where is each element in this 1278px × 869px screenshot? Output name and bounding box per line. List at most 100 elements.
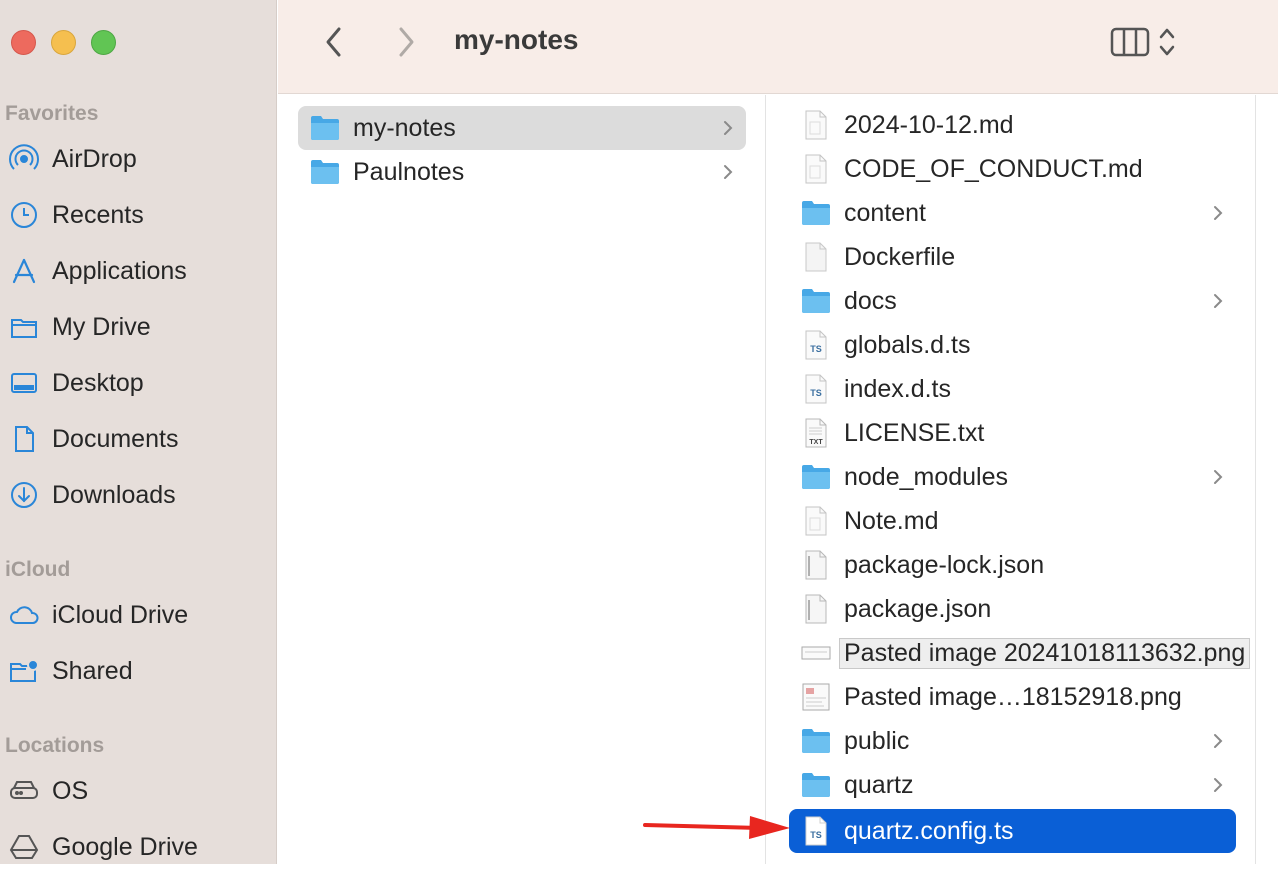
list-item[interactable]: package.json xyxy=(789,587,1236,631)
markdown-file-icon xyxy=(801,506,831,536)
close-window-button[interactable] xyxy=(11,30,36,55)
markdown-file-icon xyxy=(801,154,831,184)
json-file-icon xyxy=(801,550,831,580)
applications-icon xyxy=(6,253,42,289)
zoom-window-button[interactable] xyxy=(91,30,116,55)
sidebar-item-shared[interactable]: Shared xyxy=(0,649,276,693)
column-1: my-notes Paulnotes xyxy=(278,95,766,864)
sidebar-item-label: OS xyxy=(52,776,89,805)
list-item[interactable]: TXT LICENSE.txt xyxy=(789,411,1236,455)
item-name: Paulnotes xyxy=(353,157,465,186)
airdrop-icon xyxy=(6,141,42,177)
sidebar-item-os[interactable]: OS xyxy=(0,769,276,813)
sidebar-item-label: Recents xyxy=(52,200,144,229)
list-item[interactable]: TS index.d.ts xyxy=(789,367,1236,411)
sidebar-item-applications[interactable]: Applications xyxy=(0,249,276,293)
svg-text:TS: TS xyxy=(810,830,822,840)
image-file-icon xyxy=(801,682,831,712)
list-item[interactable]: Pasted image…18152918.png xyxy=(789,675,1236,719)
svg-text:TS: TS xyxy=(810,388,822,398)
toolbar: my-notes xyxy=(278,0,1278,94)
folder-icon xyxy=(801,462,831,492)
typescript-file-icon: TS xyxy=(801,816,831,846)
column-view-icon xyxy=(1110,27,1150,57)
sidebar-item-google-drive[interactable]: Google Drive xyxy=(0,825,276,869)
chevron-right-icon xyxy=(1214,734,1223,748)
item-name: quartz.config.ts xyxy=(844,816,1014,845)
json-file-icon xyxy=(801,594,831,624)
list-item[interactable]: Pasted image 20241018113632.png xyxy=(789,631,1259,675)
sidebar-item-label: My Drive xyxy=(52,312,151,341)
sidebar-item-documents[interactable]: Documents xyxy=(0,417,276,461)
list-item[interactable]: docs xyxy=(789,279,1236,323)
item-name: public xyxy=(844,726,910,755)
shared-folder-icon xyxy=(6,653,42,689)
chevron-right-icon xyxy=(1214,470,1223,484)
list-item-selected[interactable]: TS quartz.config.ts xyxy=(789,809,1236,853)
chevron-right-icon xyxy=(724,121,733,135)
sidebar-item-my-drive[interactable]: My Drive xyxy=(0,305,276,349)
sidebar-item-recents[interactable]: Recents xyxy=(0,193,276,237)
item-name-tooltip: Pasted image 20241018113632.png xyxy=(839,637,1251,669)
sidebar-item-label: Desktop xyxy=(52,368,144,397)
chevron-up-down-icon xyxy=(1159,28,1175,56)
sidebar-heading-icloud: iCloud xyxy=(5,558,71,581)
google-drive-icon xyxy=(6,829,42,865)
disk-icon xyxy=(6,773,42,809)
image-file-icon xyxy=(801,638,831,668)
folder-icon xyxy=(801,770,831,800)
sidebar-item-label: Applications xyxy=(52,256,187,285)
list-item[interactable]: my-notes xyxy=(298,106,746,150)
sidebar-item-label: Documents xyxy=(52,424,179,453)
view-columns-button[interactable] xyxy=(1108,22,1152,62)
folder-icon xyxy=(310,157,340,187)
sidebar-item-label: Shared xyxy=(52,656,133,685)
typescript-file-icon: TS xyxy=(801,374,831,404)
view-options-button[interactable] xyxy=(1154,22,1180,62)
item-name: docs xyxy=(844,286,897,315)
sidebar-item-label: iCloud Drive xyxy=(52,600,189,629)
chevron-right-icon xyxy=(399,27,414,57)
forward-button[interactable] xyxy=(386,22,426,62)
folder-icon xyxy=(6,309,42,345)
list-item[interactable]: Dockerfile xyxy=(789,235,1236,279)
sidebar: Favorites AirDrop Recents Applications M… xyxy=(0,0,277,864)
markdown-file-icon xyxy=(801,110,831,140)
list-item[interactable]: quartz xyxy=(789,763,1236,807)
folder-icon xyxy=(801,198,831,228)
chevron-left-icon xyxy=(326,27,341,57)
item-name: globals.d.ts xyxy=(844,330,971,359)
list-item[interactable]: Paulnotes xyxy=(298,150,746,194)
svg-text:TS: TS xyxy=(810,344,822,354)
list-item[interactable]: TS globals.d.ts xyxy=(789,323,1236,367)
list-item[interactable]: CODE_OF_CONDUCT.md xyxy=(789,147,1236,191)
list-item[interactable]: public xyxy=(789,719,1236,763)
item-name: Note.md xyxy=(844,506,939,535)
sidebar-item-icloud-drive[interactable]: iCloud Drive xyxy=(0,593,276,637)
document-icon xyxy=(6,421,42,457)
list-item[interactable]: 2024-10-12.md xyxy=(789,103,1236,147)
sidebar-heading-locations: Locations xyxy=(5,734,105,757)
back-button[interactable] xyxy=(314,22,354,62)
clock-icon xyxy=(6,197,42,233)
list-item[interactable]: node_modules xyxy=(789,455,1236,499)
item-name: package.json xyxy=(844,594,992,623)
download-icon xyxy=(6,477,42,513)
item-name: Dockerfile xyxy=(844,242,956,271)
blank-file-icon xyxy=(801,242,831,272)
sidebar-item-desktop[interactable]: Desktop xyxy=(0,361,276,405)
sidebar-item-label: AirDrop xyxy=(52,144,137,173)
folder-icon xyxy=(310,113,340,143)
text-file-icon: TXT xyxy=(801,418,831,448)
sidebar-heading-favorites: Favorites xyxy=(5,102,99,125)
sidebar-item-airdrop[interactable]: AirDrop xyxy=(0,137,276,181)
chevron-right-icon xyxy=(1214,778,1223,792)
minimize-window-button[interactable] xyxy=(51,30,76,55)
list-item[interactable]: Note.md xyxy=(789,499,1236,543)
item-name: package-lock.json xyxy=(844,550,1045,579)
chevron-right-icon xyxy=(724,165,733,179)
red-arrow-annotation xyxy=(643,816,790,839)
sidebar-item-downloads[interactable]: Downloads xyxy=(0,473,276,517)
list-item[interactable]: content xyxy=(789,191,1236,235)
list-item[interactable]: package-lock.json xyxy=(789,543,1236,587)
